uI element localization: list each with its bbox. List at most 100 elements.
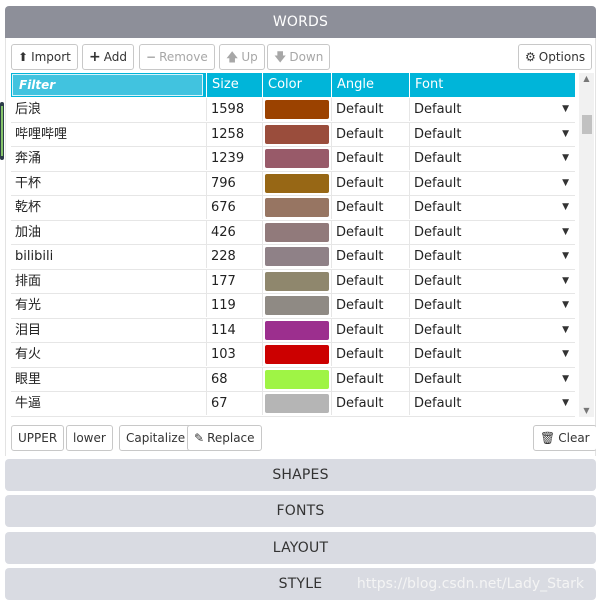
table-row[interactable]: bilibili 228 Default Default ▼ <box>11 245 575 270</box>
color-swatch[interactable] <box>265 173 329 193</box>
size-cell[interactable]: 68 <box>207 367 263 391</box>
color-swatch[interactable] <box>265 296 329 315</box>
color-swatch[interactable] <box>265 271 329 291</box>
word-cell[interactable]: 有光 <box>11 294 207 317</box>
angle-cell[interactable]: Default <box>332 147 410 170</box>
color-swatch[interactable] <box>265 124 329 144</box>
size-cell[interactable]: 676 <box>207 196 263 219</box>
color-swatch[interactable] <box>265 222 329 242</box>
color-swatch[interactable] <box>265 369 329 389</box>
angle-cell[interactable]: Default <box>332 269 410 293</box>
panel-header-fonts[interactable]: FONTS <box>5 495 596 527</box>
color-cell[interactable] <box>263 196 332 219</box>
clear-button[interactable]: 🗑 Clear <box>533 425 596 451</box>
down-button[interactable]: 🡇 Down <box>267 44 331 70</box>
color-swatch[interactable] <box>265 198 329 217</box>
angle-cell[interactable]: Default <box>332 367 410 391</box>
angle-cell[interactable]: Default <box>332 171 410 195</box>
table-row[interactable]: 牛逼 67 Default Default ▼ <box>11 392 575 417</box>
scroll-thumb[interactable] <box>582 115 592 134</box>
word-cell[interactable]: 乾杯 <box>11 196 207 219</box>
size-cell[interactable]: 177 <box>207 269 263 293</box>
chevron-down-icon[interactable]: ▼ <box>562 172 569 195</box>
word-cell[interactable]: 泪目 <box>11 318 207 342</box>
scroll-down-arrow-icon[interactable]: ▼ <box>579 405 594 417</box>
color-cell[interactable] <box>263 98 332 121</box>
color-cell[interactable] <box>263 318 332 342</box>
filter-input[interactable]: Filter <box>12 74 203 96</box>
color-swatch[interactable] <box>265 394 329 413</box>
color-cell[interactable] <box>263 220 332 244</box>
size-cell[interactable]: 1598 <box>207 98 263 121</box>
size-cell[interactable]: 67 <box>207 392 263 415</box>
size-cell[interactable]: 228 <box>207 245 263 268</box>
color-cell[interactable] <box>263 245 332 268</box>
chevron-down-icon[interactable]: ▼ <box>562 221 569 244</box>
upper-button[interactable]: UPPER <box>11 425 65 451</box>
scroll-up-arrow-icon[interactable]: ▲ <box>579 73 594 85</box>
column-header-color[interactable]: Color <box>263 73 332 97</box>
font-cell[interactable]: Default ▼ <box>410 196 575 219</box>
color-cell[interactable] <box>263 294 332 317</box>
column-header-size[interactable]: Size <box>207 73 263 97</box>
angle-cell[interactable]: Default <box>332 98 410 121</box>
side-drag-handle[interactable] <box>0 102 4 160</box>
panel-header-words[interactable]: WORDS <box>5 6 596 38</box>
font-cell[interactable]: Default ▼ <box>410 368 575 391</box>
table-row[interactable]: 后浪 1598 Default Default ▼ <box>11 98 575 123</box>
angle-cell[interactable]: Default <box>332 122 410 146</box>
size-cell[interactable]: 796 <box>207 171 263 195</box>
grid-scrollbar[interactable]: ▲ ▼ <box>579 73 594 417</box>
chevron-down-icon[interactable]: ▼ <box>562 343 569 366</box>
angle-cell[interactable]: Default <box>332 343 410 366</box>
word-cell[interactable]: bilibili <box>11 245 207 268</box>
color-cell[interactable] <box>263 343 332 366</box>
color-swatch[interactable] <box>265 320 329 340</box>
font-cell[interactable]: Default ▼ <box>410 319 575 342</box>
table-row[interactable]: 有火 103 Default Default ▼ <box>11 343 575 368</box>
font-cell[interactable]: Default ▼ <box>410 343 575 366</box>
table-row[interactable]: 泪目 114 Default Default ▼ <box>11 318 575 343</box>
panel-header-shapes[interactable]: SHAPES <box>5 459 596 491</box>
font-cell[interactable]: Default ▼ <box>410 245 575 268</box>
table-row[interactable]: 排面 177 Default Default ▼ <box>11 269 575 294</box>
size-cell[interactable]: 103 <box>207 343 263 366</box>
import-button[interactable]: ⬆ Import <box>11 44 78 70</box>
color-cell[interactable] <box>263 171 332 195</box>
color-swatch[interactable] <box>265 100 329 119</box>
word-cell[interactable]: 牛逼 <box>11 392 207 415</box>
word-cell[interactable]: 眼里 <box>11 367 207 391</box>
font-cell[interactable]: Default ▼ <box>410 392 575 415</box>
size-cell[interactable]: 114 <box>207 318 263 342</box>
font-cell[interactable]: Default ▼ <box>410 98 575 121</box>
size-cell[interactable]: 426 <box>207 220 263 244</box>
color-cell[interactable] <box>263 392 332 415</box>
chevron-down-icon[interactable]: ▼ <box>562 270 569 293</box>
chevron-down-icon[interactable]: ▼ <box>562 245 569 268</box>
color-cell[interactable] <box>263 269 332 293</box>
word-cell[interactable]: 加油 <box>11 220 207 244</box>
font-cell[interactable]: Default ▼ <box>410 270 575 293</box>
size-cell[interactable]: 1239 <box>207 147 263 170</box>
color-swatch[interactable] <box>265 345 329 364</box>
up-button[interactable]: 🡅 Up <box>219 44 265 70</box>
chevron-down-icon[interactable]: ▼ <box>562 98 569 121</box>
chevron-down-icon[interactable]: ▼ <box>562 294 569 317</box>
panel-header-layout[interactable]: LAYOUT <box>5 532 596 564</box>
angle-cell[interactable]: Default <box>332 245 410 268</box>
font-cell[interactable]: Default ▼ <box>410 221 575 244</box>
add-button[interactable]: + Add <box>82 44 134 70</box>
options-button[interactable]: ⚙ Options <box>518 44 593 70</box>
chevron-down-icon[interactable]: ▼ <box>562 392 569 415</box>
column-header-font[interactable]: Font <box>410 73 575 97</box>
font-cell[interactable]: Default ▼ <box>410 123 575 146</box>
angle-cell[interactable]: Default <box>332 220 410 244</box>
color-cell[interactable] <box>263 367 332 391</box>
chevron-down-icon[interactable]: ▼ <box>562 196 569 219</box>
color-swatch[interactable] <box>265 247 329 266</box>
chevron-down-icon[interactable]: ▼ <box>562 147 569 170</box>
word-cell[interactable]: 干杯 <box>11 171 207 195</box>
lower-button[interactable]: lower <box>66 425 113 451</box>
table-row[interactable]: 有光 119 Default Default ▼ <box>11 294 575 319</box>
chevron-down-icon[interactable]: ▼ <box>562 368 569 391</box>
